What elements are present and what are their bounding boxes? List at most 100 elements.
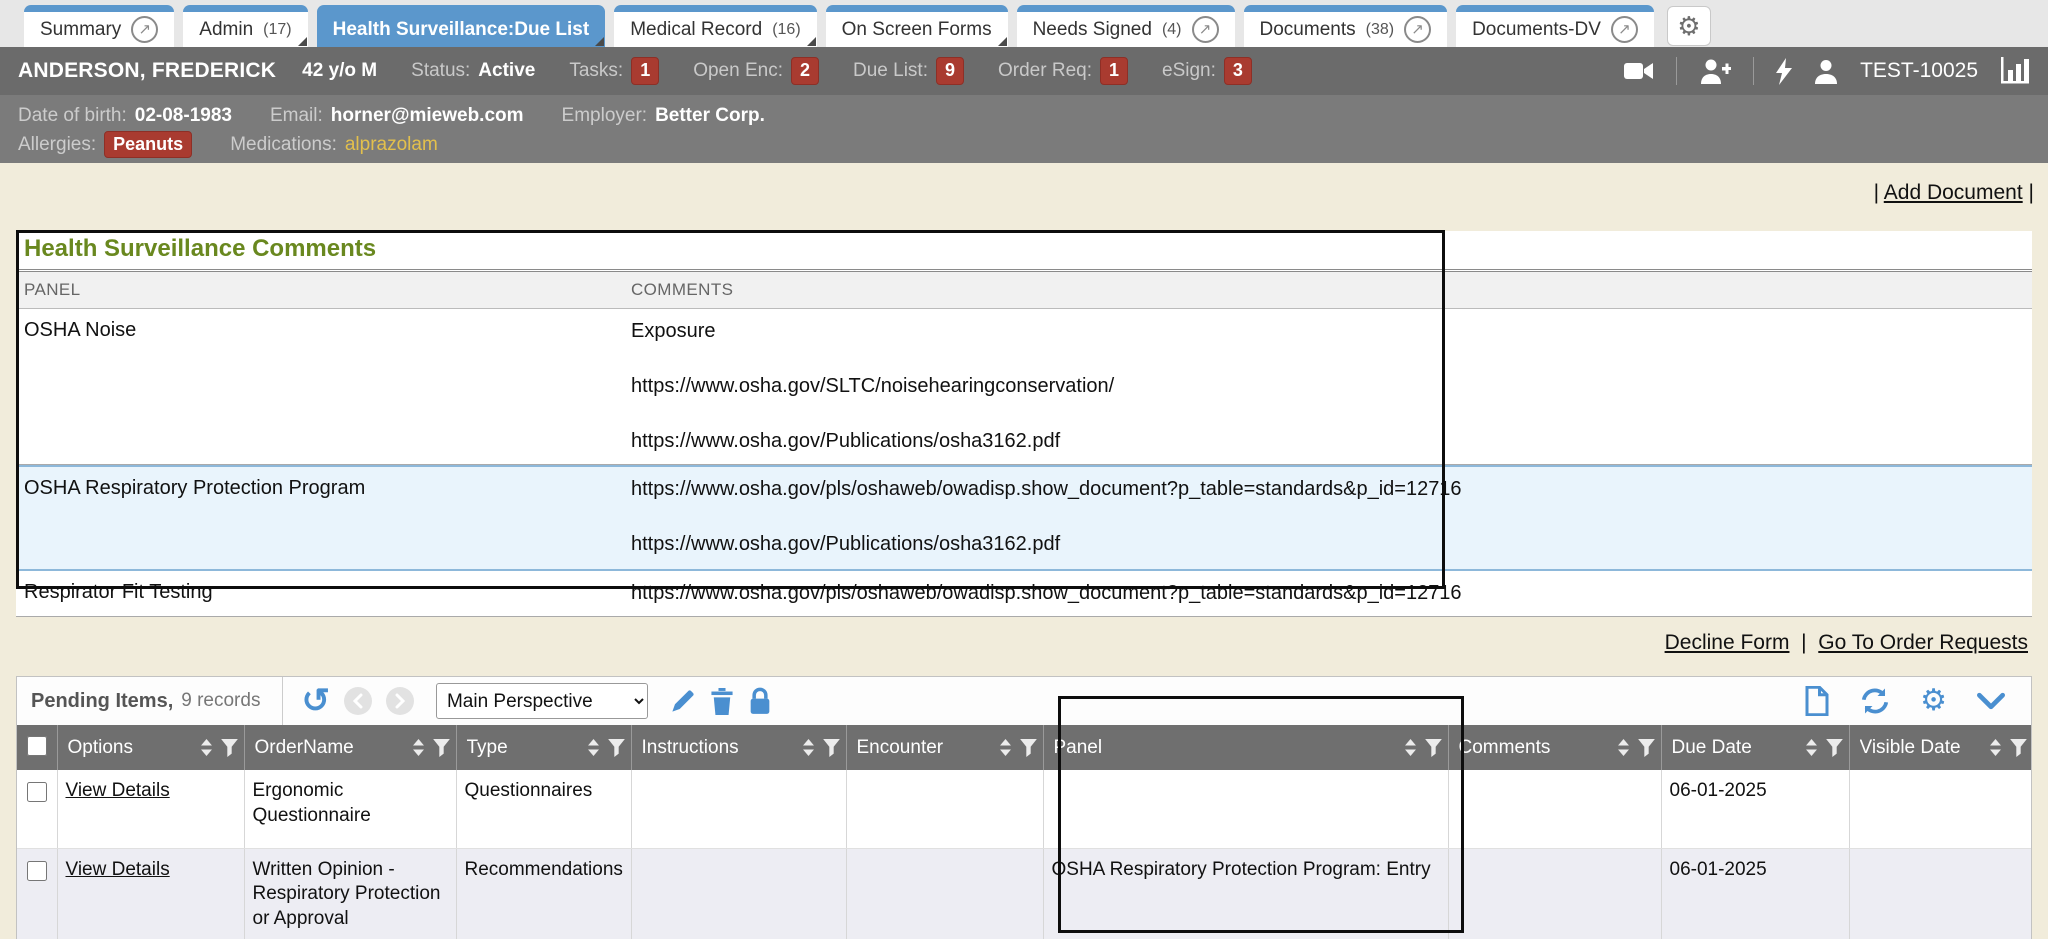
tab-on-screen-forms[interactable]: On Screen Forms — [826, 5, 1008, 47]
due-date-cell: 06-01-2025 — [1661, 770, 1849, 848]
filter-icon[interactable] — [823, 739, 840, 757]
lock-icon[interactable] — [748, 687, 772, 715]
filter-icon[interactable] — [2010, 739, 2027, 757]
column-header-comments[interactable]: Comments — [1448, 725, 1661, 770]
column-header-visible-date[interactable]: Visible Date — [1849, 725, 2032, 770]
bar-chart-icon[interactable] — [2000, 57, 2030, 85]
due-list-count-badge[interactable]: 9 — [936, 57, 964, 85]
comments-row[interactable]: OSHA Noise Exposure https://www.osha.gov… — [16, 309, 2032, 465]
decline-form-link[interactable]: Decline Form — [1665, 631, 1790, 654]
allergy-badge[interactable]: Peanuts — [104, 131, 192, 159]
tab-documents[interactable]: Documents (38) ↗ — [1244, 5, 1448, 47]
sort-icon[interactable] — [1989, 739, 2002, 756]
select-all-checkbox[interactable] — [27, 736, 47, 756]
lightning-icon[interactable] — [1776, 58, 1792, 85]
employer-value: Better Corp. — [655, 105, 765, 127]
column-header-ordername[interactable]: OrderName — [244, 725, 456, 770]
undo-icon[interactable]: ↺ — [301, 684, 330, 718]
row-checkbox[interactable] — [27, 861, 47, 881]
filter-icon[interactable] — [1425, 739, 1442, 757]
tab-admin[interactable]: Admin (17) — [183, 5, 307, 47]
medication-value[interactable]: alprazolam — [345, 134, 438, 156]
patient-header-bar: ANDERSON, FREDERICK 42 y/o M Status: Act… — [0, 47, 2048, 95]
view-details-link[interactable]: View Details — [66, 780, 170, 801]
user-id[interactable]: TEST-10025 — [1860, 59, 1978, 83]
sort-icon[interactable] — [412, 739, 425, 756]
pipe: | — [1874, 181, 1879, 204]
view-details-link[interactable]: View Details — [66, 859, 170, 880]
health-surveillance-comments-section: Health Surveillance Comments PANEL COMME… — [16, 231, 2032, 617]
refresh-icon[interactable] — [1860, 687, 1890, 715]
order-req-count-badge[interactable]: 1 — [1100, 57, 1128, 85]
sort-icon[interactable] — [1805, 739, 1818, 756]
settings-gear-icon[interactable]: ⚙ — [1920, 686, 1947, 716]
add-person-icon[interactable] — [1699, 58, 1731, 84]
perspective-select[interactable]: Main Perspective — [436, 683, 648, 719]
sort-icon[interactable] — [200, 739, 213, 756]
sort-icon[interactable] — [802, 739, 815, 756]
sort-icon[interactable] — [1617, 739, 1630, 756]
open-in-new-icon[interactable]: ↗ — [1192, 16, 1219, 43]
collapse-chevron-down-icon[interactable] — [1977, 692, 2005, 710]
filter-icon[interactable] — [221, 739, 238, 757]
tab-documents-dv[interactable]: Documents-DV ↗ — [1456, 5, 1654, 47]
esign-count-badge[interactable]: 3 — [1224, 57, 1252, 85]
due-date-cell: 06-01-2025 — [1661, 848, 1849, 939]
tab-bar: Summary ↗ Admin (17) Health Surveillance… — [0, 0, 2048, 47]
next-page-icon[interactable] — [386, 687, 414, 715]
open-in-new-icon[interactable]: ↗ — [1611, 16, 1638, 43]
column-header-due-date[interactable]: Due Date — [1661, 725, 1849, 770]
tab-settings-button[interactable]: ⚙ — [1667, 6, 1711, 46]
new-document-icon[interactable] — [1804, 686, 1830, 716]
open-in-new-icon[interactable]: ↗ — [131, 16, 158, 43]
column-header-options[interactable]: Options — [57, 725, 244, 770]
panel-cell — [1043, 770, 1448, 848]
prev-page-icon[interactable] — [344, 687, 372, 715]
table-row[interactable]: View Details Written Opinion - Respirato… — [17, 848, 2032, 939]
sort-icon[interactable] — [999, 739, 1012, 756]
go-to-order-requests-link[interactable]: Go To Order Requests — [1818, 631, 2028, 654]
tab-medical-record[interactable]: Medical Record (16) — [614, 5, 816, 47]
column-header-panel[interactable]: Panel — [1043, 725, 1448, 770]
add-document-link[interactable]: Add Document — [1884, 181, 2023, 204]
sort-icon[interactable] — [587, 739, 600, 756]
tab-health-surveillance-due-list[interactable]: Health Surveillance:Due List — [317, 5, 606, 47]
tab-count: (38) — [1366, 21, 1394, 39]
pending-items-panel: Pending Items, 9 records ↺ Main Perspect… — [16, 676, 2032, 939]
comment-line: https://www.osha.gov/SLTC/noisehearingco… — [631, 374, 2024, 399]
open-enc-count-badge[interactable]: 2 — [791, 57, 819, 85]
table-row[interactable]: View Details Ergonomic Questionnaire Que… — [17, 770, 2032, 848]
row-checkbox[interactable] — [27, 782, 47, 802]
tab-menu-corner-icon[interactable] — [298, 37, 307, 46]
person-icon[interactable] — [1814, 59, 1838, 84]
visible-date-cell — [1849, 770, 2032, 848]
filter-icon[interactable] — [433, 739, 450, 757]
sort-icon[interactable] — [1404, 739, 1417, 756]
tab-needs-signed[interactable]: Needs Signed (4) ↗ — [1017, 5, 1235, 47]
filter-icon[interactable] — [1638, 739, 1655, 757]
email-value: horner@mieweb.com — [331, 105, 524, 127]
tab-menu-corner-icon[interactable] — [807, 37, 816, 46]
tab-label: Needs Signed — [1033, 19, 1152, 41]
dob-label: Date of birth: — [18, 105, 127, 127]
main-content: | Add Document | Health Surveillance Com… — [0, 163, 2048, 939]
filter-icon[interactable] — [1020, 739, 1037, 757]
column-header-encounter[interactable]: Encounter — [846, 725, 1043, 770]
open-in-new-icon[interactable]: ↗ — [1404, 16, 1431, 43]
column-header-type[interactable]: Type — [456, 725, 631, 770]
filter-icon[interactable] — [608, 739, 625, 757]
filter-icon[interactable] — [1826, 739, 1843, 757]
edit-pencil-icon[interactable] — [670, 688, 696, 714]
tab-menu-corner-icon[interactable] — [998, 37, 1007, 46]
tab-label: Health Surveillance:Due List — [333, 19, 590, 41]
tab-summary[interactable]: Summary ↗ — [24, 5, 174, 47]
delete-trash-icon[interactable] — [710, 688, 734, 715]
tasks-count-badge[interactable]: 1 — [631, 57, 659, 85]
column-header-instructions[interactable]: Instructions — [631, 725, 846, 770]
tab-menu-corner-icon[interactable] — [595, 37, 604, 46]
esign-label: eSign: — [1162, 60, 1216, 82]
comments-row[interactable]: Respirator Fit Testing https://www.osha.… — [16, 571, 2032, 617]
video-camera-icon[interactable] — [1624, 60, 1654, 82]
tab-count: (17) — [263, 21, 291, 39]
comments-row-highlighted[interactable]: OSHA Respiratory Protection Program http… — [16, 465, 2032, 571]
